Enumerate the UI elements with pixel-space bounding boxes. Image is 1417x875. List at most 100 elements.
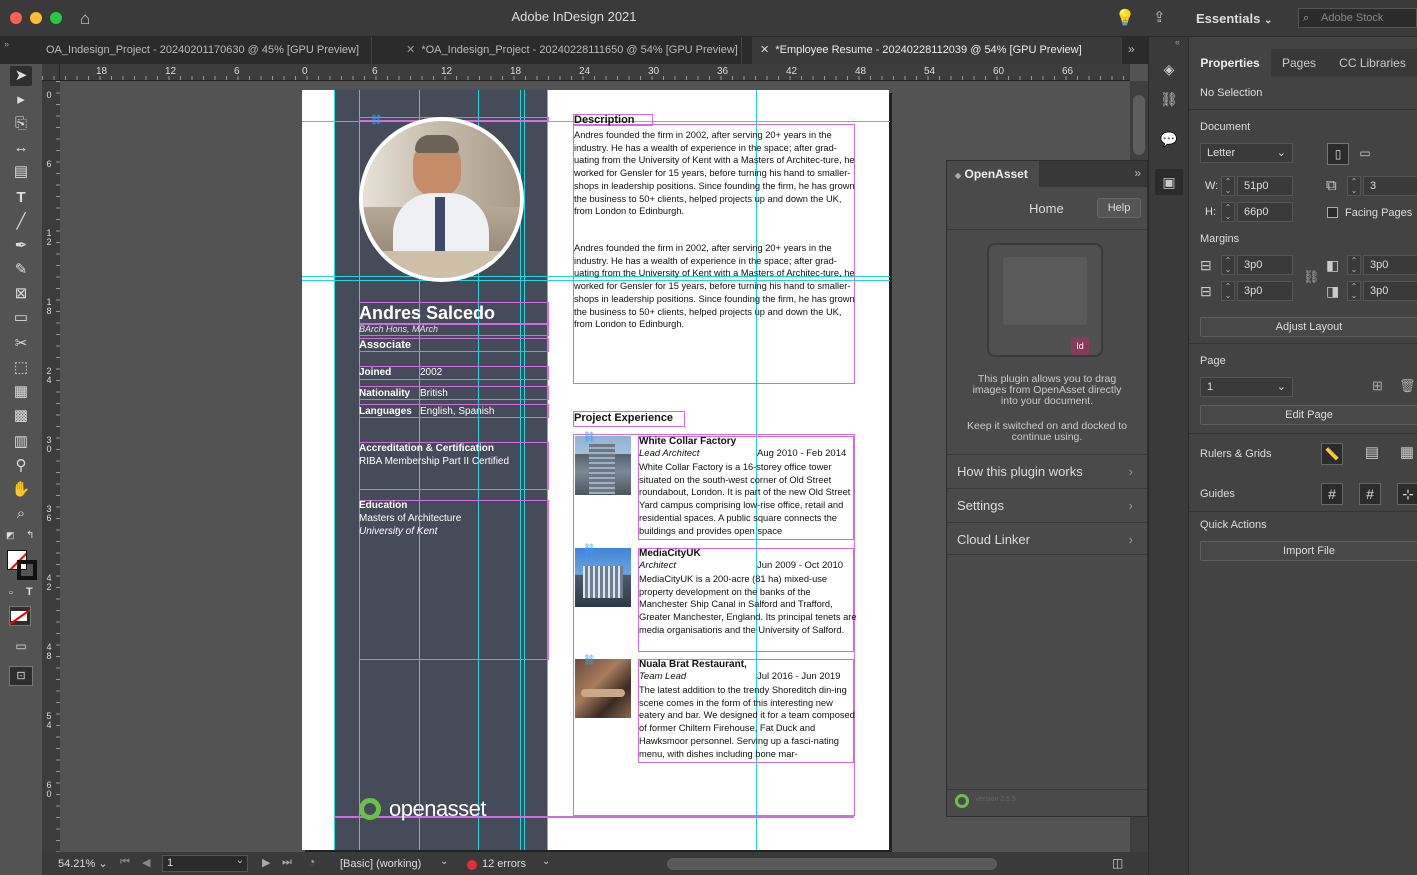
split-view-icon[interactable]: ◫ [1112, 856, 1123, 870]
project-name[interactable]: White Collar Factory [639, 436, 736, 447]
next-page-icon[interactable]: ▶ [262, 856, 270, 869]
free-transform-tool-icon[interactable]: ⬚ [10, 358, 32, 378]
facing-pages-checkbox[interactable] [1327, 207, 1338, 218]
show-guides-icon[interactable]: # [1321, 483, 1343, 505]
height-field[interactable]: 66p0 [1237, 202, 1293, 222]
project-dates[interactable]: Aug 2010 - Feb 2014 [757, 448, 846, 459]
menu-cloud-linker[interactable]: Cloud Linker › [947, 522, 1147, 555]
accreditation-value[interactable]: RIBA Membership Part II Certified [359, 456, 509, 467]
note-tool-icon[interactable]: ▥ [10, 432, 32, 452]
screen-mode-icon[interactable]: ⊡ [9, 666, 33, 686]
project-image[interactable] [575, 436, 631, 495]
close-icon[interactable]: ✕ [760, 44, 769, 56]
stroke-color-swatch[interactable] [17, 560, 37, 580]
links-icon[interactable]: ⛓ [1157, 91, 1181, 108]
project-dates[interactable]: Jul 2016 - Jun 2019 [757, 671, 840, 682]
view-mode-icon[interactable]: ▭ [10, 636, 32, 656]
tab-cc-libraries[interactable]: CC Libraries [1327, 49, 1417, 77]
projects-heading[interactable]: Project Experience [574, 412, 673, 424]
lock-guides-icon[interactable]: # [1359, 483, 1381, 505]
pages-stepper[interactable]: ⌃ ⌄ [1347, 176, 1361, 196]
link-icon[interactable]: ⛓ [583, 432, 596, 443]
line-tool-icon[interactable]: ╱ [10, 212, 32, 232]
home-link[interactable]: Home [1029, 201, 1064, 216]
margin-bottom-stepper[interactable]: ⌃ ⌄ [1221, 281, 1235, 301]
zoom-tool-icon[interactable]: ⌕ [10, 504, 32, 524]
gap-tool-icon[interactable]: ↔ [10, 138, 32, 158]
margin-right-field[interactable]: 3p0 [1363, 281, 1417, 301]
chevron-down-icon[interactable]: ⌄ [440, 856, 448, 867]
formatting-text-icon[interactable]: T [26, 586, 33, 598]
margin-bottom-field[interactable]: 3p0 [1237, 281, 1293, 301]
pencil-tool-icon[interactable]: ✎ [10, 260, 32, 280]
horizontal-scrollbar[interactable] [667, 858, 997, 870]
menu-settings[interactable]: Settings › [947, 488, 1147, 521]
pages-count-field[interactable]: 3 [1363, 176, 1417, 196]
gradient-feather-tool-icon[interactable]: ▩ [10, 406, 32, 426]
project-description[interactable]: MediaCityUK is a 200-acre (81 ha) mixed-… [639, 573, 857, 637]
expand-icon[interactable]: « [1175, 37, 1180, 47]
eyedropper-tool-icon[interactable]: ⚲ [10, 456, 32, 476]
languages-value[interactable]: English, Spanish [420, 406, 495, 417]
project-name[interactable]: Nuala Brat Restaurant, [639, 659, 747, 670]
rectangle-frame-tool-icon[interactable]: ⊠ [10, 284, 32, 304]
project-name[interactable]: MediaCityUK [639, 548, 701, 559]
resume-degrees[interactable]: BArch Hons, MArch [359, 324, 438, 334]
hand-tool-icon[interactable]: ✋ [10, 480, 32, 500]
resume-name[interactable]: Andres Salcedo [359, 303, 495, 324]
page-size-select[interactable]: Letter ⌄ [1200, 143, 1293, 163]
link-icon[interactable]: ⛓ [583, 544, 596, 555]
project-role[interactable]: Architect [639, 560, 676, 571]
type-tool-icon[interactable]: T [10, 188, 32, 208]
help-button[interactable]: Help [1097, 198, 1141, 218]
description-heading[interactable]: Description [574, 114, 635, 126]
zoom-select[interactable]: 54.21% ⌄ [58, 857, 108, 870]
margin-top-stepper[interactable]: ⌃ ⌄ [1221, 255, 1235, 275]
first-page-icon[interactable]: ⏮ [120, 856, 130, 869]
link-margins-icon[interactable]: ⛓ [1303, 269, 1320, 285]
preflight-profile[interactable]: [Basic] (working) [340, 858, 421, 870]
collapse-icon[interactable]: » [4, 39, 9, 49]
tab-document-3[interactable]: ✕ *Employee Resume - 20240228112039 @ 54… [752, 37, 1122, 64]
workspace-switcher[interactable]: Essentials ⌄ [1196, 11, 1272, 26]
adjust-layout-button[interactable]: Adjust Layout [1200, 317, 1417, 337]
selection-tool-icon[interactable]: ➤ [10, 66, 32, 86]
smart-guides-icon[interactable]: ⊹ [1397, 483, 1417, 505]
direct-selection-tool-icon[interactable]: ▸ [10, 90, 32, 110]
tab-document-2[interactable]: ✕ *OA_Indesign_Project - 20240228111650 … [398, 37, 742, 64]
add-page-icon[interactable]: ⊞ [1372, 378, 1383, 394]
pen-tool-icon[interactable]: ✒ [10, 236, 32, 256]
document-status-icon[interactable]: ◔ [308, 855, 315, 869]
page-select[interactable]: 1 ⌄ [1200, 377, 1293, 397]
lightbulb-icon[interactable]: 💡 [1115, 8, 1135, 28]
scissors-tool-icon[interactable]: ✂ [10, 334, 32, 354]
trash-icon[interactable]: 🗑 [1399, 378, 1416, 394]
apply-none-icon[interactable] [9, 606, 31, 626]
swap-colors-icon[interactable]: ↰ [26, 530, 34, 541]
tab-properties[interactable]: Properties [1189, 49, 1271, 77]
margin-top-field[interactable]: 3p0 [1237, 255, 1293, 275]
education-school[interactable]: University of Kent [359, 526, 437, 537]
landscape-orientation-icon[interactable]: ▭ [1354, 143, 1376, 165]
openasset-tab[interactable]: ◆ OpenAsset [947, 161, 1039, 187]
last-page-icon[interactable]: ⏭ [282, 856, 292, 869]
margin-right-stepper[interactable]: ⌃ ⌄ [1347, 281, 1361, 301]
menu-how-it-works[interactable]: How this plugin works › [947, 454, 1147, 487]
previous-page-icon[interactable]: ◀ [142, 856, 150, 869]
margin-left-field[interactable]: 3p0 [1363, 255, 1417, 275]
portrait-orientation-icon[interactable]: ▯ [1327, 143, 1349, 165]
profile-photo-frame[interactable] [359, 117, 524, 282]
layers-icon[interactable]: ◈ [1157, 61, 1181, 78]
page-tool-icon[interactable]: ⎘ [10, 114, 32, 134]
comments-icon[interactable]: 💬 [1157, 131, 1181, 148]
description-paragraph-2[interactable]: Andres founded the firm in 2002, after s… [574, 242, 856, 331]
tab-pages[interactable]: Pages [1271, 49, 1327, 77]
share-icon[interactable]: ⇪ [1153, 8, 1166, 26]
baseline-grid-icon[interactable]: ▤ [1361, 443, 1383, 465]
project-image[interactable] [575, 659, 631, 718]
link-icon[interactable]: ⛓ [370, 115, 383, 126]
project-role[interactable]: Team Lead [639, 671, 686, 682]
default-colors-icon[interactable]: ◩ [6, 530, 15, 541]
panel-collapse-icon[interactable]: » [1134, 166, 1141, 180]
openasset-panel-icon[interactable]: ▣ [1155, 169, 1183, 195]
